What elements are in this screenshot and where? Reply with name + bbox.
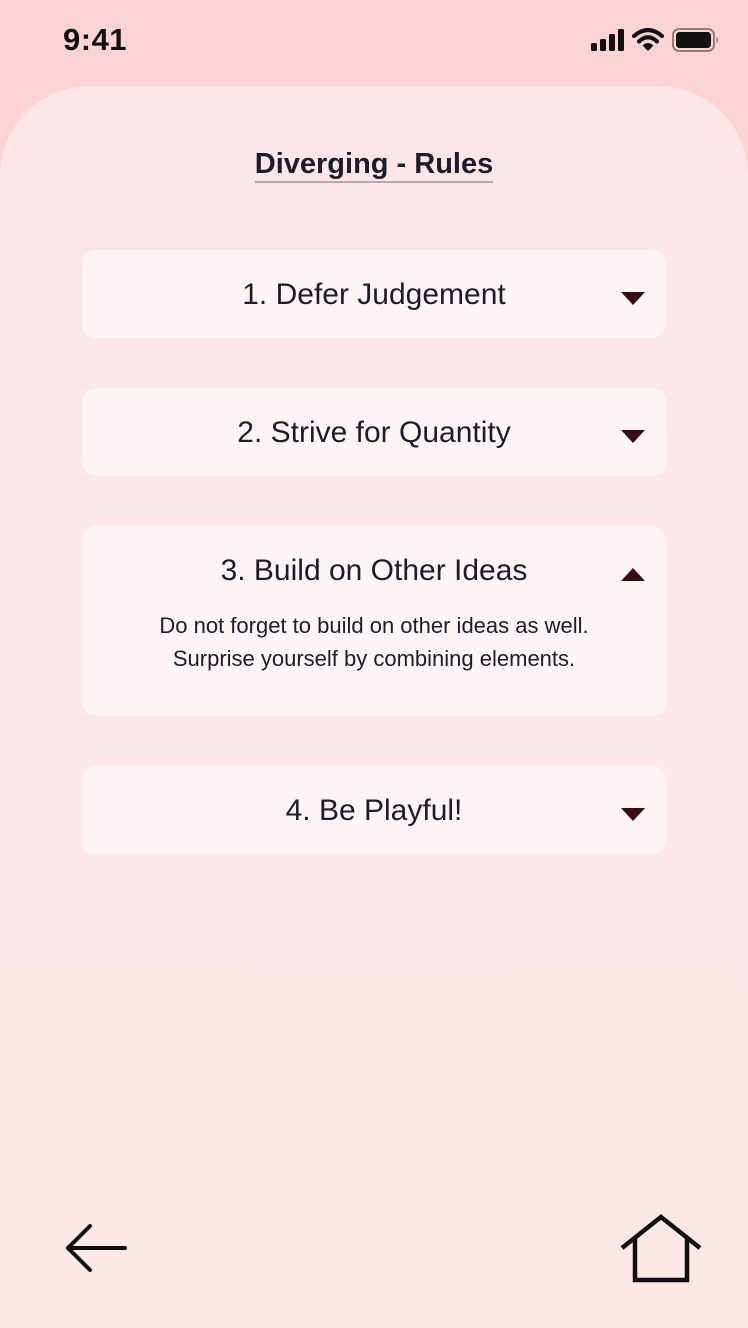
status-icons — [590, 28, 720, 52]
battery-icon — [672, 28, 718, 52]
rule-card-defer-judgement[interactable]: 1. Defer Judgement — [82, 250, 666, 338]
status-bar: 9:41 — [0, 0, 748, 86]
back-button[interactable] — [64, 1222, 128, 1274]
home-icon — [620, 1214, 702, 1283]
cellular-signal-icon — [591, 29, 624, 51]
arrow-left-icon — [66, 1224, 127, 1272]
rule-description: Do not forget to build on other ideas as… — [82, 609, 666, 675]
page-title-text: Diverging - Rules — [254, 148, 494, 183]
rule-title: 1. Defer Judgement — [242, 278, 506, 311]
rule-title: 4. Be Playful! — [285, 794, 463, 827]
rule-description-line: Do not forget to build on other ideas as… — [159, 613, 589, 638]
rule-title: 3. Build on Other Ideas — [220, 554, 528, 587]
chevron-down-icon[interactable] — [621, 292, 645, 305]
home-button[interactable] — [618, 1214, 704, 1284]
rule-card-be-playful[interactable]: 4. Be Playful! — [82, 766, 666, 854]
chevron-down-icon[interactable] — [621, 808, 645, 821]
chevron-up-icon[interactable] — [621, 568, 645, 581]
page-title: Diverging - Rules — [0, 148, 748, 183]
rule-title: 2. Strive for Quantity — [237, 416, 511, 449]
rule-description-line: Surprise yourself by combining elements. — [172, 646, 576, 671]
chevron-down-icon[interactable] — [621, 430, 645, 443]
rule-card-build-on-other-ideas[interactable]: 3. Build on Other Ideas Do not forget to… — [82, 526, 666, 716]
rule-card-strive-for-quantity[interactable]: 2. Strive for Quantity — [82, 388, 666, 476]
status-time: 9:41 — [63, 22, 128, 57]
wifi-icon — [632, 28, 664, 51]
